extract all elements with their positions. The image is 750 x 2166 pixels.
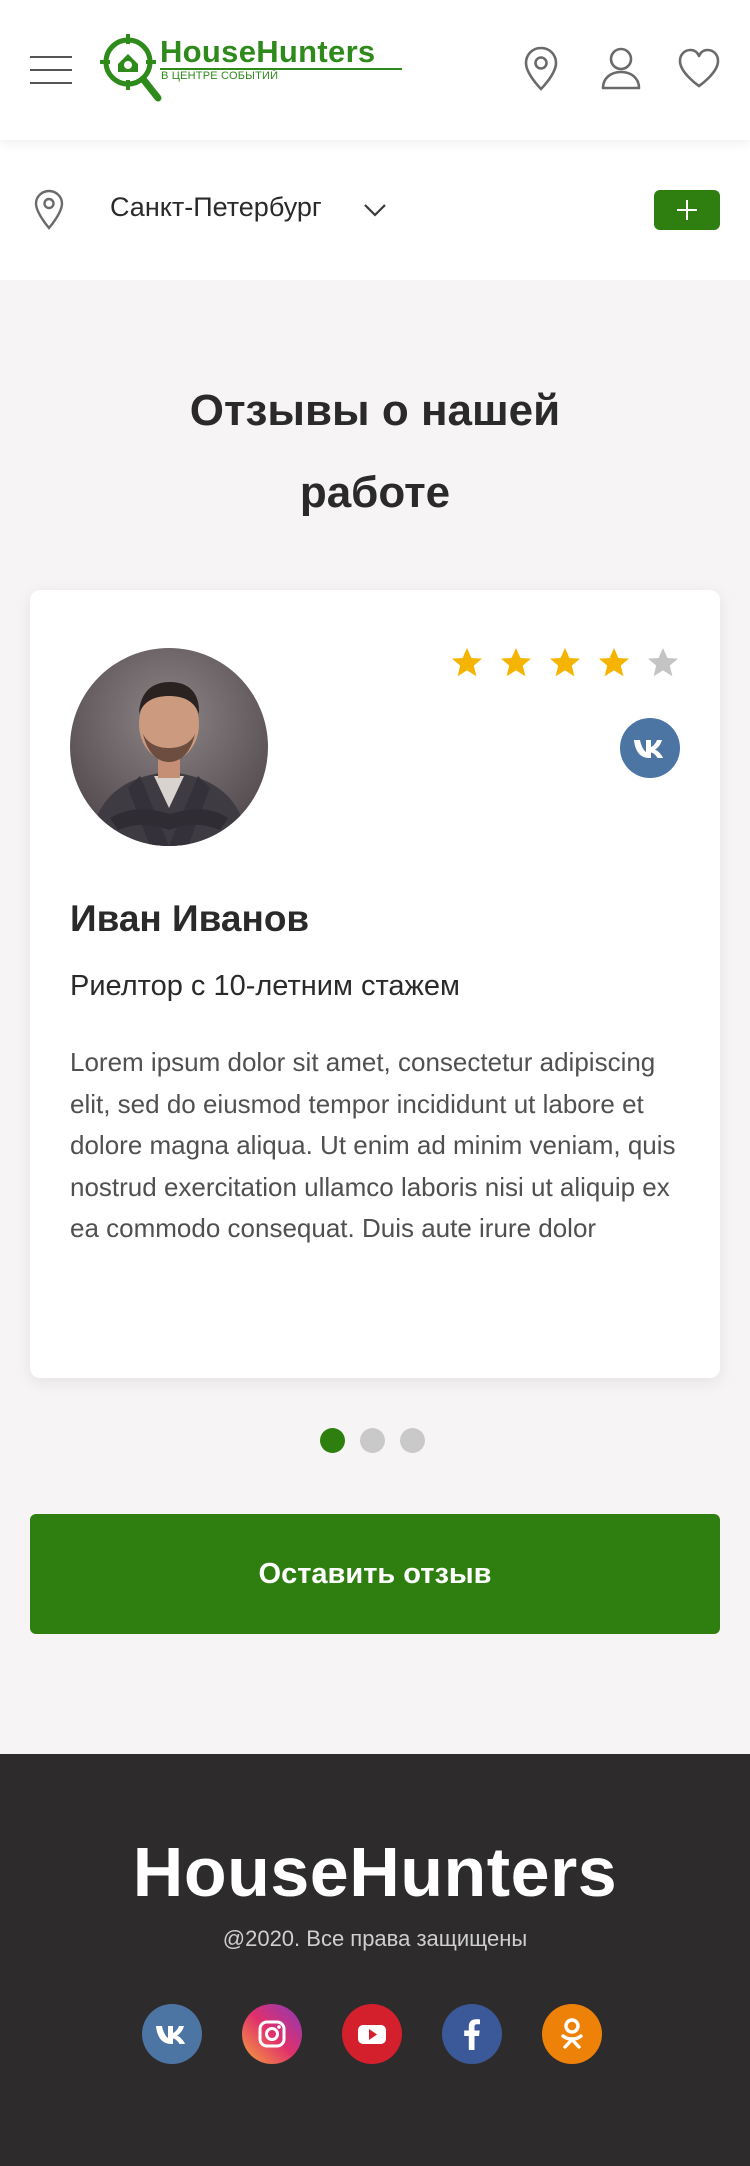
youtube-icon[interactable] bbox=[342, 2004, 402, 2064]
star-filled-icon bbox=[501, 648, 531, 677]
pagination-dot[interactable] bbox=[320, 1428, 345, 1453]
logo[interactable]: HouseHunters В ЦЕНТРЕ СОБЫТИЙ bbox=[100, 30, 410, 110]
pagination-dot[interactable] bbox=[400, 1428, 425, 1453]
social-links bbox=[142, 2004, 608, 2066]
star-filled-icon bbox=[550, 648, 580, 677]
pagination-dot[interactable] bbox=[360, 1428, 385, 1453]
reviews-title: Отзывы о нашей работе bbox=[0, 370, 750, 534]
site-footer: HouseHunters @2020. Все права защищены bbox=[0, 1754, 750, 2166]
add-button[interactable] bbox=[654, 190, 720, 230]
reviewer-role: Риелтор с 10-летним стажем bbox=[70, 970, 460, 1002]
reviewer-avatar bbox=[70, 648, 268, 846]
logo-subtitle: В ЦЕНТРЕ СОБЫТИЙ bbox=[161, 70, 279, 82]
star-filled-icon bbox=[599, 648, 629, 677]
chevron-down-icon[interactable] bbox=[363, 202, 387, 218]
footer-copyright: @2020. Все права защищены bbox=[222, 1926, 528, 1951]
city-location-pin-icon bbox=[34, 189, 64, 230]
review-card: Иван Иванов Риелтор с 10-летним стажем L… bbox=[30, 590, 720, 1378]
review-text: Lorem ipsum dolor sit amet, consectetur … bbox=[70, 1047, 676, 1243]
city-bar: Санкт-Петербург bbox=[0, 140, 750, 280]
star-filled-icon bbox=[452, 648, 482, 677]
footer-brand: HouseHunters bbox=[132, 1833, 618, 1911]
review-pagination bbox=[320, 1428, 430, 1454]
user-icon[interactable] bbox=[598, 44, 644, 94]
odnoklassniki-icon[interactable] bbox=[542, 2004, 602, 2064]
site-header: HouseHunters В ЦЕНТРЕ СОБЫТИЙ bbox=[0, 0, 750, 140]
location-pin-icon[interactable] bbox=[518, 44, 564, 94]
rating-stars bbox=[450, 646, 690, 686]
logo-magnifier-icon bbox=[100, 34, 162, 102]
logo-title: HouseHunters bbox=[160, 34, 376, 69]
vk-icon[interactable] bbox=[142, 2004, 202, 2064]
city-selector[interactable]: Санкт-Петербург bbox=[110, 192, 322, 223]
heart-icon[interactable] bbox=[676, 44, 722, 94]
reviewer-name: Иван Иванов bbox=[70, 898, 310, 939]
vk-icon[interactable] bbox=[620, 718, 680, 778]
reviews-title-text: Отзывы о нашей работе bbox=[189, 386, 561, 517]
instagram-icon[interactable] bbox=[242, 2004, 302, 2064]
menu-icon[interactable] bbox=[30, 56, 72, 84]
star-empty-icon bbox=[648, 648, 678, 677]
facebook-icon[interactable] bbox=[442, 2004, 502, 2064]
leave-review-button[interactable]: Оставить отзыв bbox=[30, 1514, 720, 1634]
